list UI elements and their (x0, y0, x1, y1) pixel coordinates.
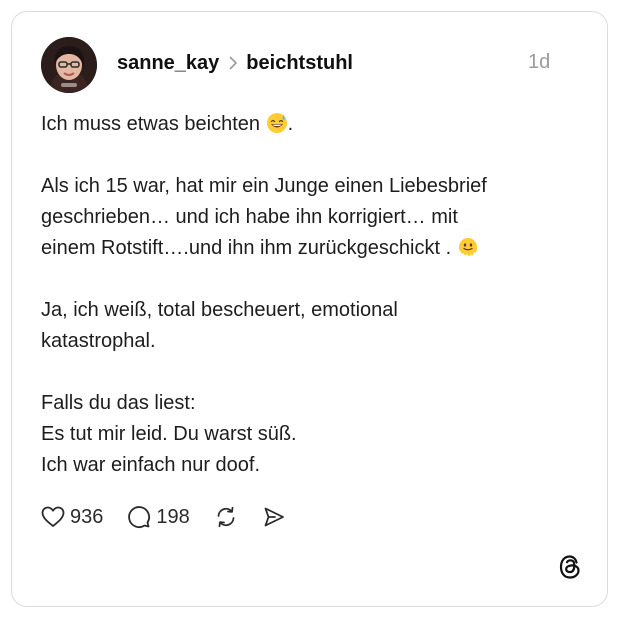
post-line: Ich war einfach nur doof. (41, 454, 261, 476)
melting-face-emoji-icon (457, 236, 479, 258)
post-line: Als ich 15 war, hat mir ein Junge einen … (41, 175, 487, 197)
paragraph: Falls du das liest: Es tut mir leid. Du … (41, 388, 581, 481)
post-line: Falls du das liest: (41, 392, 196, 414)
post-line: einem Rotstift….und ihn ihm zurückgeschi… (41, 237, 452, 259)
share-button[interactable] (262, 505, 286, 529)
comment-icon (127, 505, 151, 529)
avatar[interactable] (41, 37, 97, 93)
paragraph: Ich muss etwas beichten . (41, 109, 581, 140)
post-line: katastrophal. (41, 330, 156, 352)
grinning-sweat-emoji-icon (266, 112, 288, 134)
like-count: 936 (70, 505, 104, 528)
send-icon (262, 505, 286, 529)
post-line: Ich muss etwas beichten (41, 113, 260, 135)
reply-count: 198 (156, 505, 190, 528)
post-line-trailing: . (287, 113, 294, 135)
paragraph: Als ich 15 war, hat mir ein Junge einen … (41, 171, 581, 264)
post-body: Ich muss etwas beichten . Als ich 15 war… (41, 109, 581, 481)
heart-icon (41, 506, 65, 528)
post-line: Es tut mir leid. Du warst süß. (41, 423, 297, 445)
community-name[interactable]: beichtstuhl (246, 52, 353, 75)
post-timestamp: 1d (528, 51, 551, 73)
repost-button[interactable] (214, 505, 238, 529)
chevron-right-icon (229, 56, 238, 70)
post-line: Ja, ich weiß, total bescheuert, emotiona… (41, 299, 398, 321)
like-button[interactable]: 936 (41, 506, 103, 529)
post-line: geschrieben… und ich habe ihn korrigiert… (41, 206, 458, 228)
paragraph: Ja, ich weiß, total bescheuert, emotiona… (41, 295, 581, 357)
post-header: sanne_kay beichtstuhl (117, 50, 353, 76)
repost-icon (214, 505, 238, 529)
action-bar: 936 198 (41, 502, 310, 532)
username[interactable]: sanne_kay (117, 52, 219, 75)
threads-logo-icon (558, 554, 582, 580)
reply-button[interactable]: 198 (127, 505, 190, 529)
